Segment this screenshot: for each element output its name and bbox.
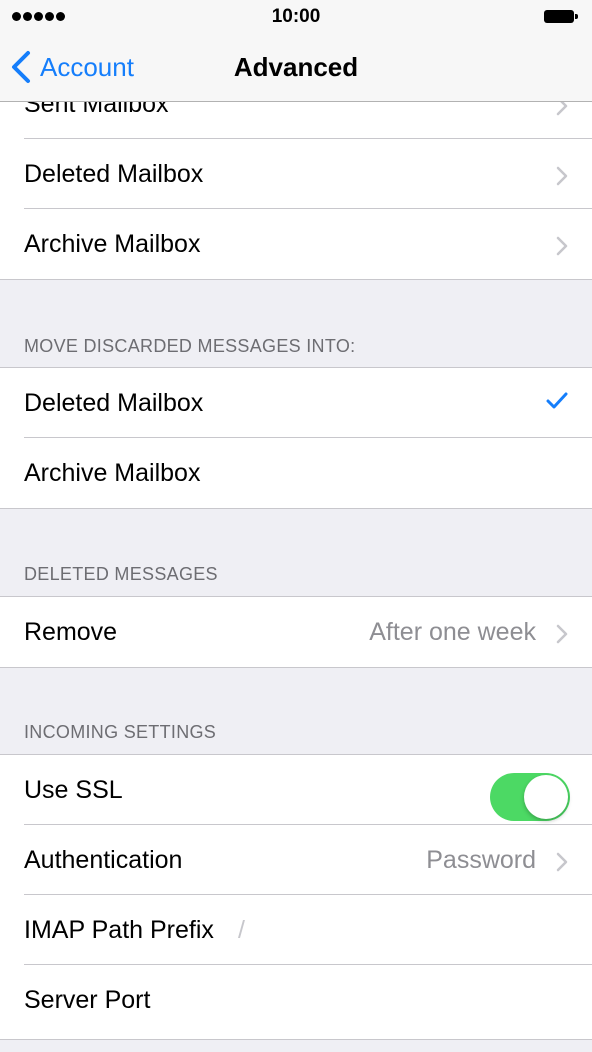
- move-discarded-header: MOVE DISCARDED MESSAGES INTO:: [24, 336, 356, 356]
- imap-path-prefix-input[interactable]: /: [238, 916, 245, 945]
- chevron-right-icon: [556, 102, 568, 116]
- use-ssl-row: Use SSL: [0, 755, 592, 825]
- sent-mailbox-row[interactable]: Sent Mailbox: [0, 102, 592, 139]
- status-time: 10:00: [271, 6, 321, 27]
- incoming-settings-header: INCOMING SETTINGS: [24, 722, 217, 742]
- mailbox-behaviors-group: Sent Mailbox Deleted Mailbox Archive Mai…: [0, 102, 592, 280]
- page-title: Advanced: [233, 52, 359, 82]
- move-to-deleted-label: Deleted Mailbox: [24, 388, 204, 417]
- deleted-messages-header: DELETED MESSAGES: [24, 564, 218, 584]
- authentication-row[interactable]: Authentication Password: [0, 825, 592, 895]
- incoming-settings-group: Use SSL Authentication Password IMAP Pat…: [0, 754, 592, 1040]
- move-to-archive-label: Archive Mailbox: [24, 458, 201, 487]
- archive-mailbox-label: Archive Mailbox: [24, 229, 201, 258]
- remove-label: Remove: [24, 617, 118, 646]
- deleted-mailbox-label: Deleted Mailbox: [24, 159, 204, 188]
- move-discarded-group: Deleted Mailbox Archive Mailbox: [0, 367, 592, 509]
- use-ssl-toggle[interactable]: [490, 773, 570, 821]
- sent-mailbox-label: Sent Mailbox: [24, 102, 169, 118]
- chevron-right-icon: [556, 852, 568, 872]
- deleted-messages-group: Remove After one week: [0, 596, 592, 668]
- deleted-mailbox-row[interactable]: Deleted Mailbox: [0, 139, 592, 209]
- chevron-right-icon: [556, 166, 568, 186]
- navigation-bar: Account Advanced: [0, 34, 592, 102]
- server-port-row[interactable]: Server Port: [0, 965, 592, 1035]
- battery-icon: [544, 10, 578, 23]
- remove-value: After one week: [369, 617, 536, 646]
- imap-path-prefix-label: IMAP Path Prefix: [24, 915, 214, 944]
- authentication-value: Password: [426, 845, 536, 874]
- server-port-label: Server Port: [24, 985, 151, 1014]
- remove-row[interactable]: Remove After one week: [0, 597, 592, 667]
- chevron-right-icon: [556, 624, 568, 644]
- settings-list[interactable]: Sent Mailbox Deleted Mailbox Archive Mai…: [0, 102, 592, 1052]
- use-ssl-label: Use SSL: [24, 775, 123, 804]
- toggle-knob: [524, 775, 568, 819]
- move-to-archive-row[interactable]: Archive Mailbox: [0, 438, 592, 508]
- authentication-label: Authentication: [24, 845, 183, 874]
- chevron-right-icon: [556, 236, 568, 256]
- archive-mailbox-row[interactable]: Archive Mailbox: [0, 209, 592, 279]
- move-to-deleted-row[interactable]: Deleted Mailbox: [0, 368, 592, 438]
- status-bar: 10:00: [0, 0, 592, 34]
- checkmark-icon: [546, 392, 568, 409]
- imap-path-prefix-row[interactable]: IMAP Path Prefix /: [0, 895, 592, 965]
